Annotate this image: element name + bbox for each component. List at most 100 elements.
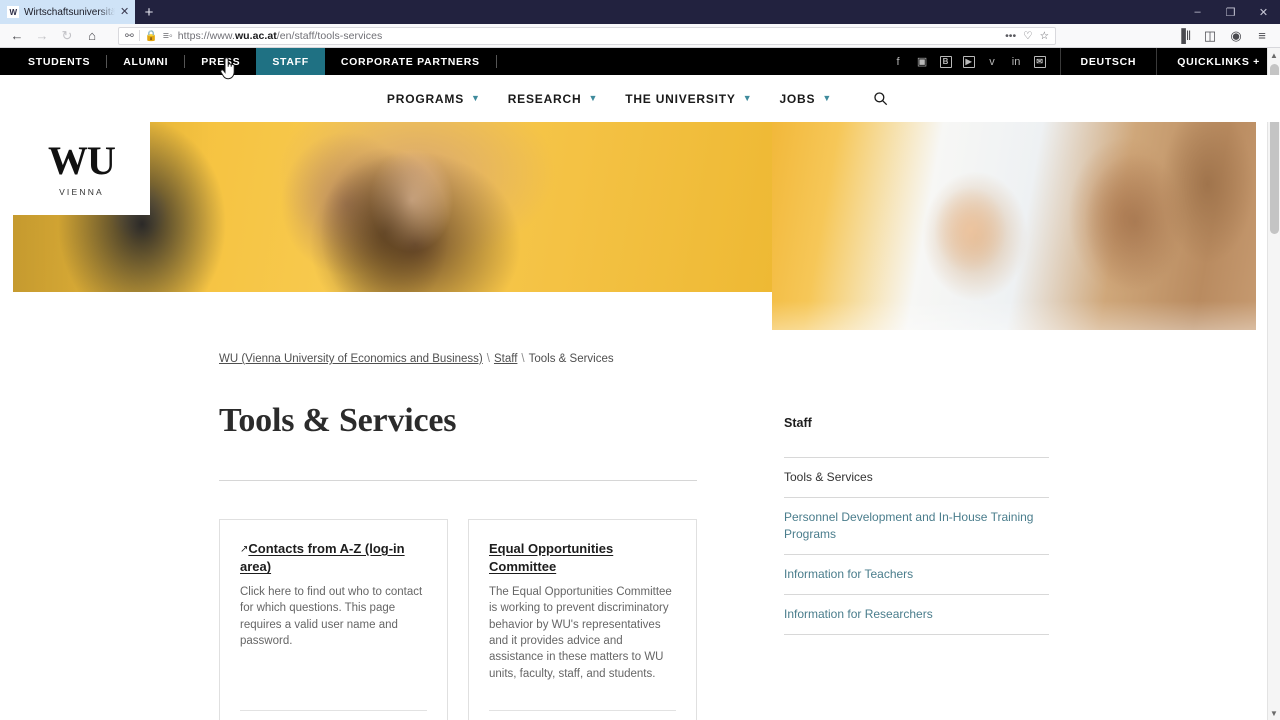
nav-item-research[interactable]: RESEARCH ▼ [508,92,598,106]
youtube-icon[interactable]: ▶ [962,55,975,68]
sidebar-item-information-for-researchers[interactable]: Information for Researchers [784,594,1049,636]
section-sidebar: Staff Tools & Services Personnel Develop… [784,416,1049,636]
site-utility-bar: STUDENTS ALUMNI PRESS STAFF CORPORATE PA… [0,48,1280,75]
site-logo[interactable]: WU VIENNA [13,122,150,215]
page-viewport: STUDENTS ALUMNI PRESS STAFF CORPORATE PA… [0,48,1280,720]
card-grid: ↗Contacts from A-Z (log-in area) Click h… [219,519,697,720]
utility-nav: STUDENTS ALUMNI PRESS STAFF CORPORATE PA… [0,48,497,75]
chevron-down-icon: ▼ [588,93,599,103]
logo-mark: WU [48,137,116,183]
bookmark-star-icon[interactable]: ☆ [1040,30,1049,42]
breadcrumb-separator: \ [521,353,525,365]
browser-toolbar: ← → ↻ ⌂ ⚯ 🔒 ≡◦ https://www.wu.ac.at/en/s… [0,24,1280,48]
maximize-icon[interactable]: ❐ [1214,0,1247,24]
utility-nav-item-staff[interactable]: STAFF [256,48,325,75]
find-out-more-link[interactable]: Find out more › [489,711,676,720]
breadcrumb-parent-link[interactable]: Staff [494,353,517,365]
utility-nav-item-alumni[interactable]: ALUMNI [107,48,184,75]
close-icon[interactable]: ✕ [120,6,131,18]
hero-image-right [772,122,1256,330]
blog-icon[interactable]: B [939,55,952,68]
card-title[interactable]: Equal Opportunities Committee [489,540,676,577]
sidebar-list: Tools & Services Personnel Development a… [784,457,1049,636]
nav-item-jobs[interactable]: JOBS ▼ [779,92,832,106]
new-tab-button[interactable]: + [135,0,163,24]
breadcrumb-current: Tools & Services [528,353,614,365]
chevron-down-icon: ▼ [471,93,481,103]
nav-item-label: THE UNIVERSITY [625,91,736,106]
browser-tab[interactable]: W Wirtschaftsuniversität Wien: To ✕ [0,0,135,24]
language-switch-button[interactable]: DEUTSCH [1059,48,1157,75]
sidebar-item-tools-services[interactable]: Tools & Services [784,457,1049,497]
forward-icon[interactable]: → [31,26,53,46]
tab-favicon: W [7,6,19,18]
chevron-down-icon: ▼ [822,93,833,103]
home-icon[interactable]: ⌂ [81,26,103,46]
url-bar[interactable]: ⚯ 🔒 ≡◦ https://www.wu.ac.at/en/staff/too… [118,26,1056,45]
reload-icon[interactable]: ↻ [56,26,78,46]
hero-banner: WU VIENNA [0,122,1280,332]
card-footer: Find out more › [240,710,427,720]
search-icon[interactable] [873,91,888,106]
card-title-text: Equal Opportunities Committee [489,541,614,575]
newsletter-icon[interactable]: ✉ [1033,55,1046,68]
card-title[interactable]: ↗Contacts from A-Z (log-in area) [240,540,427,577]
utility-nav-item-press[interactable]: PRESS [185,48,256,75]
logo-subtitle: VIENNA [59,186,104,197]
page-title: Tools & Services [219,402,457,439]
utility-nav-item-students[interactable]: STUDENTS [12,48,106,75]
permissions-icon[interactable]: ≡◦ [163,30,173,42]
sidebar-icon[interactable]: ◫ [1198,26,1222,46]
minimize-icon[interactable]: – [1181,0,1214,24]
page-actions-icon[interactable]: ••• [1005,30,1016,42]
window-controls: – ❐ ✕ [1181,0,1280,24]
tracking-protection-icon[interactable]: ⚯ [125,30,134,42]
sidebar-item-information-for-teachers[interactable]: Information for Teachers [784,554,1049,594]
twitter-icon[interactable]: ᴠ [986,55,999,68]
utility-right: f ▣ B ▶ ᴠ in ✉ DEUTSCH QUICKLINKS + [892,48,1280,75]
toolbar-actions: ▐‖ ◫ ◉ ≡ [1172,26,1274,46]
page-scrollbar[interactable]: ▲ ▼ [1267,48,1280,720]
card-body: Click here to find out who to contact fo… [240,585,423,647]
nav-item-label: RESEARCH [507,91,582,106]
sidebar-heading: Staff [784,416,812,430]
url-actions: ••• ♡ ☆ [1005,30,1049,42]
scroll-down-arrow[interactable]: ▼ [1268,706,1280,720]
hamburger-menu-icon[interactable]: ≡ [1250,26,1274,46]
linkedin-icon[interactable]: in [1010,55,1023,68]
breadcrumb-separator: \ [486,353,490,365]
nav-item-programs[interactable]: PROGRAMS ▼ [387,92,481,106]
card-body: The Equal Opportunities Committee is wor… [489,585,672,680]
card-equal-opportunities[interactable]: Equal Opportunities Committee The Equal … [468,519,697,720]
account-icon[interactable]: ◉ [1224,26,1248,46]
card-contacts-a-z[interactable]: ↗Contacts from A-Z (log-in area) Click h… [219,519,448,720]
facebook-icon[interactable]: f [892,55,905,68]
pocket-icon[interactable]: ♡ [1023,30,1032,42]
lock-icon[interactable]: 🔒 [145,29,158,42]
window-close-icon[interactable]: ✕ [1247,0,1280,24]
tab-title: Wirtschaftsuniversität Wien: To [24,6,115,18]
sidebar-item-personnel-development[interactable]: Personnel Development and In-House Train… [784,497,1049,554]
chevron-down-icon: ▼ [742,93,753,103]
card-footer: Find out more › [489,710,676,720]
breadcrumb: WU (Vienna University of Economics and B… [219,353,614,365]
quicklinks-button[interactable]: QUICKLINKS + [1156,48,1280,75]
breadcrumb-root-link[interactable]: WU (Vienna University of Economics and B… [219,353,483,365]
card-title-text: Contacts from A-Z (log-in area) [240,541,405,575]
utility-nav-item-corporate-partners[interactable]: CORPORATE PARTNERS [325,48,496,75]
find-out-more-link[interactable]: Find out more › [240,711,427,720]
browser-window: W Wirtschaftsuniversität Wien: To ✕ + – … [0,0,1280,720]
nav-item-label: JOBS [779,91,816,106]
instagram-icon[interactable]: ▣ [916,55,929,68]
scroll-up-arrow[interactable]: ▲ [1268,48,1280,62]
title-divider [219,480,697,481]
nav-item-label: PROGRAMS [386,91,464,106]
back-icon[interactable]: ← [6,26,28,46]
utility-divider [495,55,497,68]
nav-item-the-university[interactable]: THE UNIVERSITY ▼ [625,92,752,106]
external-link-icon: ↗ [240,544,249,555]
browser-titlebar: W Wirtschaftsuniversität Wien: To ✕ + – … [0,0,1280,24]
main-nav-items: PROGRAMS ▼ RESEARCH ▼ THE UNIVERSITY ▼ J… [387,91,893,106]
url-divider [138,30,140,41]
library-icon[interactable]: ▐‖ [1172,26,1196,46]
